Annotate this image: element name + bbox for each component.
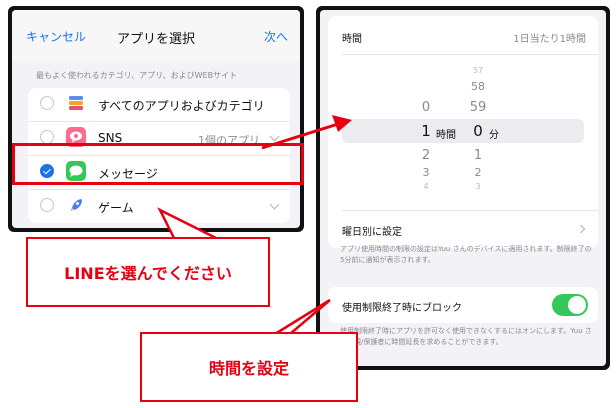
callout-text: 時間を設定	[208, 359, 289, 378]
arrow-head-icon	[332, 115, 352, 132]
callout-text: LINEを選んでください	[64, 264, 232, 283]
callout-select-line: LINEを選んでください	[26, 237, 270, 307]
callout-set-time: 時間を設定	[140, 332, 358, 402]
callout-pointer	[270, 298, 331, 336]
arrow-line	[261, 122, 339, 150]
callout-pointer	[157, 207, 221, 242]
